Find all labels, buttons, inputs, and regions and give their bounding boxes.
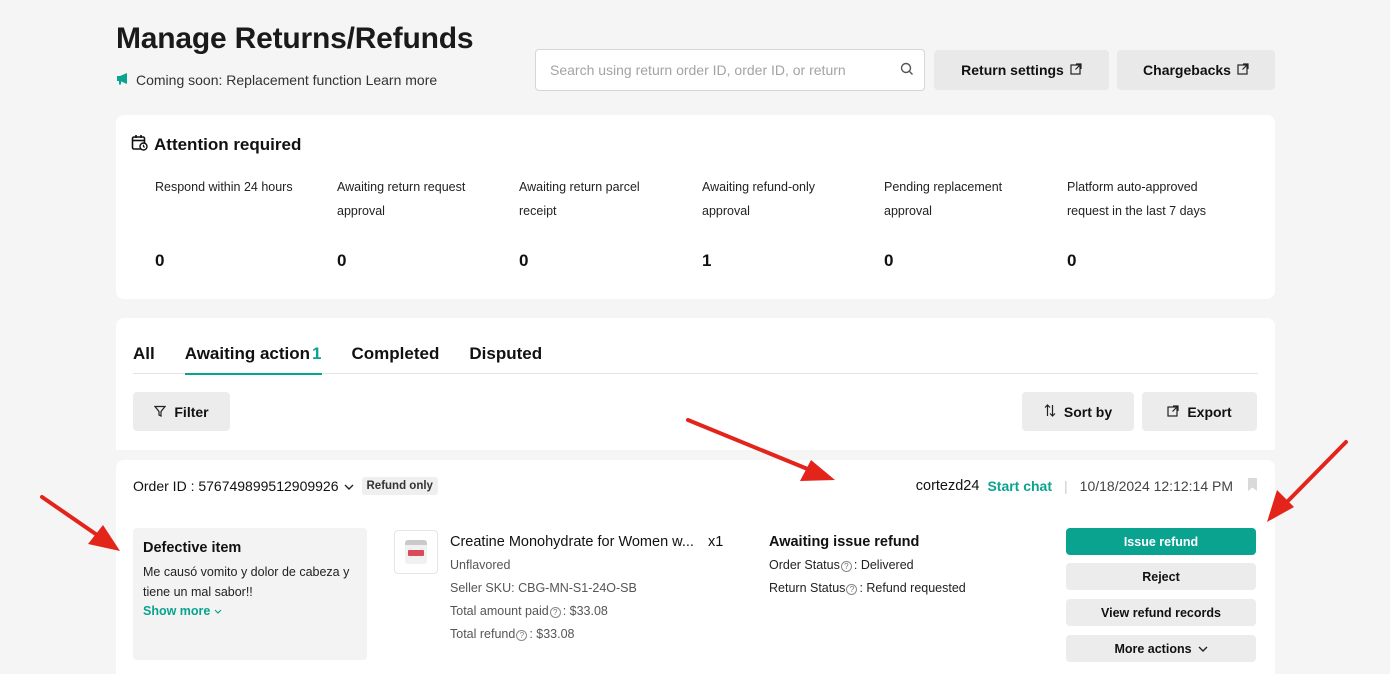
annotation-arrow [686, 418, 835, 481]
annotation-arrow [1267, 440, 1348, 522]
annotation-arrow [40, 495, 120, 551]
annotation-arrows [40, 418, 1348, 551]
